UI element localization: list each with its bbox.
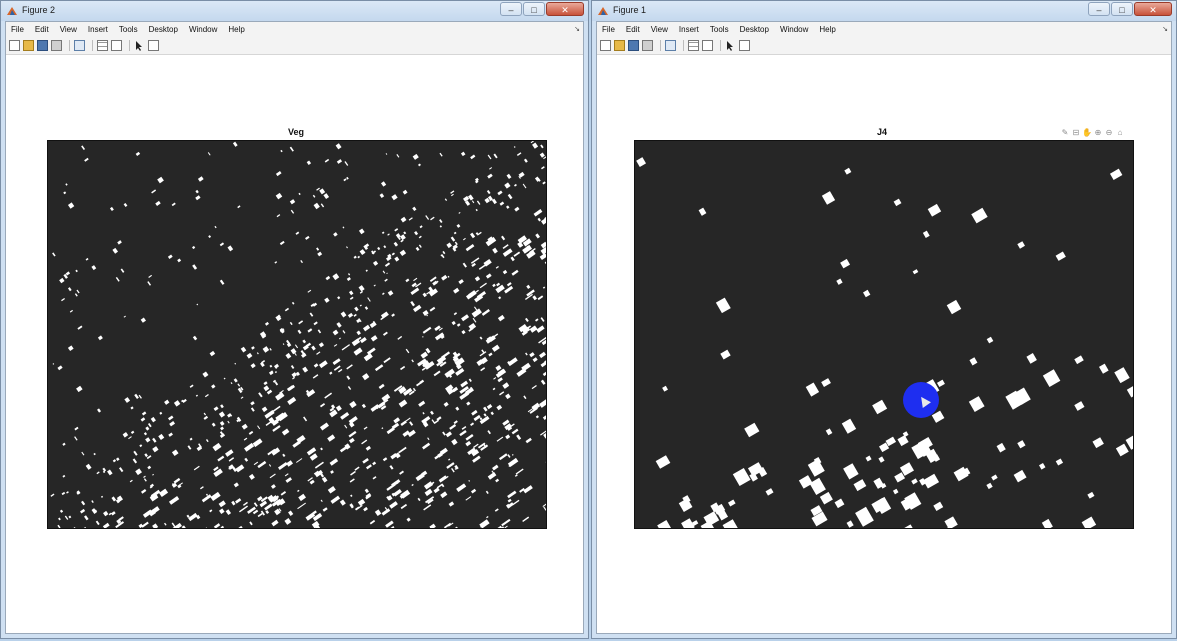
- dock-arrow-icon[interactable]: ↘: [574, 25, 580, 33]
- toolbar-separator: [129, 40, 130, 51]
- toolbar-separator: [720, 40, 721, 51]
- dock-arrow-icon[interactable]: ↘: [1162, 25, 1168, 33]
- link-plot-icon[interactable]: [74, 40, 85, 51]
- binary-mask-image: [636, 157, 1133, 528]
- new-figure-icon[interactable]: [9, 40, 20, 51]
- menu-file[interactable]: File: [602, 25, 615, 34]
- save-figure-icon[interactable]: [628, 40, 639, 51]
- menu-tools[interactable]: Tools: [710, 25, 729, 34]
- menu-desktop[interactable]: Desktop: [149, 25, 178, 34]
- print-figure-icon[interactable]: [642, 40, 653, 51]
- window-title: Figure 1: [613, 5, 647, 15]
- menu-edit[interactable]: Edit: [626, 25, 640, 34]
- j4-image-axes[interactable]: [634, 140, 1134, 529]
- zoom-in-icon[interactable]: ⊕: [1093, 128, 1103, 138]
- figure-window-left: Figure 2 – □ ✕ File Edit View Insert Too…: [0, 0, 589, 639]
- menu-bar: File Edit View Insert Tools Desktop Wind…: [6, 22, 583, 37]
- plot-title: Veg: [287, 127, 304, 137]
- insert-colorbar-icon[interactable]: [688, 40, 699, 51]
- insert-legend-icon[interactable]: [702, 40, 713, 51]
- print-figure-icon[interactable]: [51, 40, 62, 51]
- menu-window[interactable]: Window: [189, 25, 217, 34]
- window-title: Figure 2: [22, 5, 56, 15]
- open-file-icon[interactable]: [614, 40, 625, 51]
- insert-colorbar-icon[interactable]: [97, 40, 108, 51]
- maximize-button[interactable]: □: [1111, 2, 1133, 16]
- menu-view[interactable]: View: [60, 25, 77, 34]
- insert-legend-icon[interactable]: [111, 40, 122, 51]
- home-icon[interactable]: ⌂: [1115, 128, 1125, 138]
- menu-insert[interactable]: Insert: [679, 25, 699, 34]
- figure-toolbar: [597, 37, 1171, 55]
- toolbar-separator: [660, 40, 661, 51]
- menu-insert[interactable]: Insert: [88, 25, 108, 34]
- menu-edit[interactable]: Edit: [35, 25, 49, 34]
- menu-help[interactable]: Help: [228, 25, 244, 34]
- binary-mask-image: [50, 141, 546, 528]
- toolbar-separator: [92, 40, 93, 51]
- minimize-button[interactable]: –: [500, 2, 522, 16]
- menu-bar: File Edit View Insert Tools Desktop Wind…: [597, 22, 1171, 37]
- property-editor-icon[interactable]: [148, 40, 159, 51]
- edit-plot-arrow-icon[interactable]: [134, 40, 145, 51]
- matlab-icon: [7, 7, 17, 15]
- pan-hand-icon[interactable]: ✋: [1082, 128, 1092, 138]
- title-bar[interactable]: Figure 1 – □ ✕: [592, 1, 1176, 21]
- veg-image-axes[interactable]: [47, 140, 547, 529]
- menu-file[interactable]: File: [11, 25, 24, 34]
- link-plot-icon[interactable]: [665, 40, 676, 51]
- new-figure-icon[interactable]: [600, 40, 611, 51]
- zoom-out-icon[interactable]: ⊖: [1104, 128, 1114, 138]
- toolbar-separator: [683, 40, 684, 51]
- close-button[interactable]: ✕: [546, 2, 584, 16]
- maximize-button[interactable]: □: [523, 2, 545, 16]
- toolbar-separator: [69, 40, 70, 51]
- menu-view[interactable]: View: [651, 25, 668, 34]
- data-tip-icon[interactable]: ⊟: [1071, 128, 1081, 138]
- menu-desktop[interactable]: Desktop: [740, 25, 769, 34]
- edit-plot-arrow-icon[interactable]: [725, 40, 736, 51]
- menu-help[interactable]: Help: [819, 25, 835, 34]
- title-bar[interactable]: Figure 2 – □ ✕: [1, 1, 588, 21]
- matlab-icon: [598, 7, 608, 15]
- axes-toolbar: ✎ ⊟ ✋ ⊕ ⊖ ⌂: [1060, 128, 1125, 138]
- menu-window[interactable]: Window: [780, 25, 808, 34]
- plot-title: J4: [876, 127, 887, 137]
- menu-tools[interactable]: Tools: [119, 25, 138, 34]
- figure-toolbar: [6, 37, 583, 55]
- property-editor-icon[interactable]: [739, 40, 750, 51]
- brush-icon[interactable]: ✎: [1060, 128, 1070, 138]
- minimize-button[interactable]: –: [1088, 2, 1110, 16]
- figure-window-right: Figure 1 – □ ✕ File Edit View Insert Too…: [591, 0, 1177, 639]
- close-button[interactable]: ✕: [1134, 2, 1172, 16]
- open-file-icon[interactable]: [23, 40, 34, 51]
- save-figure-icon[interactable]: [37, 40, 48, 51]
